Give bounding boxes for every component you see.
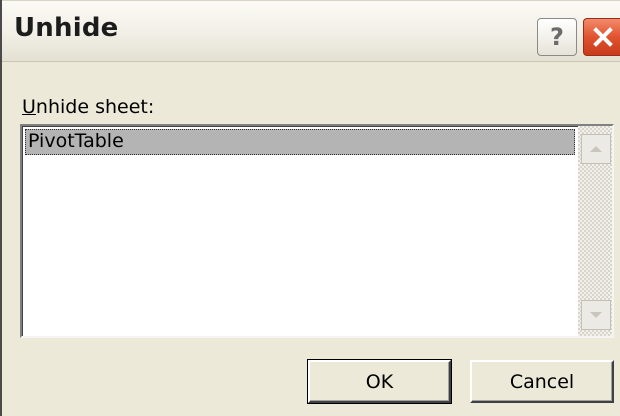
vertical-scrollbar[interactable] bbox=[578, 126, 612, 336]
help-button[interactable]: ? bbox=[537, 18, 577, 56]
scroll-down-button[interactable] bbox=[581, 300, 611, 330]
unhide-dialog: Unhide ? Unhide sheet: PivotTable OK Can… bbox=[0, 0, 620, 416]
dialog-title: Unhide bbox=[14, 13, 119, 43]
scroll-up-button[interactable] bbox=[581, 134, 611, 164]
close-icon bbox=[592, 27, 613, 47]
ok-button[interactable]: OK bbox=[307, 359, 452, 404]
cancel-button[interactable]: Cancel bbox=[470, 360, 614, 403]
label-accesskey: U bbox=[22, 96, 36, 118]
label-text: nhide sheet: bbox=[35, 96, 155, 118]
sheet-listbox[interactable]: PivotTable bbox=[20, 124, 614, 338]
unhide-sheet-label: Unhide sheet: bbox=[22, 96, 154, 118]
help-icon: ? bbox=[550, 23, 564, 51]
scroll-down-arrow-icon bbox=[590, 312, 602, 318]
close-button[interactable] bbox=[583, 18, 620, 56]
scroll-up-arrow-icon bbox=[590, 146, 602, 152]
list-item-pivottable[interactable]: PivotTable bbox=[25, 129, 575, 155]
title-bar[interactable]: Unhide ? bbox=[2, 0, 620, 62]
